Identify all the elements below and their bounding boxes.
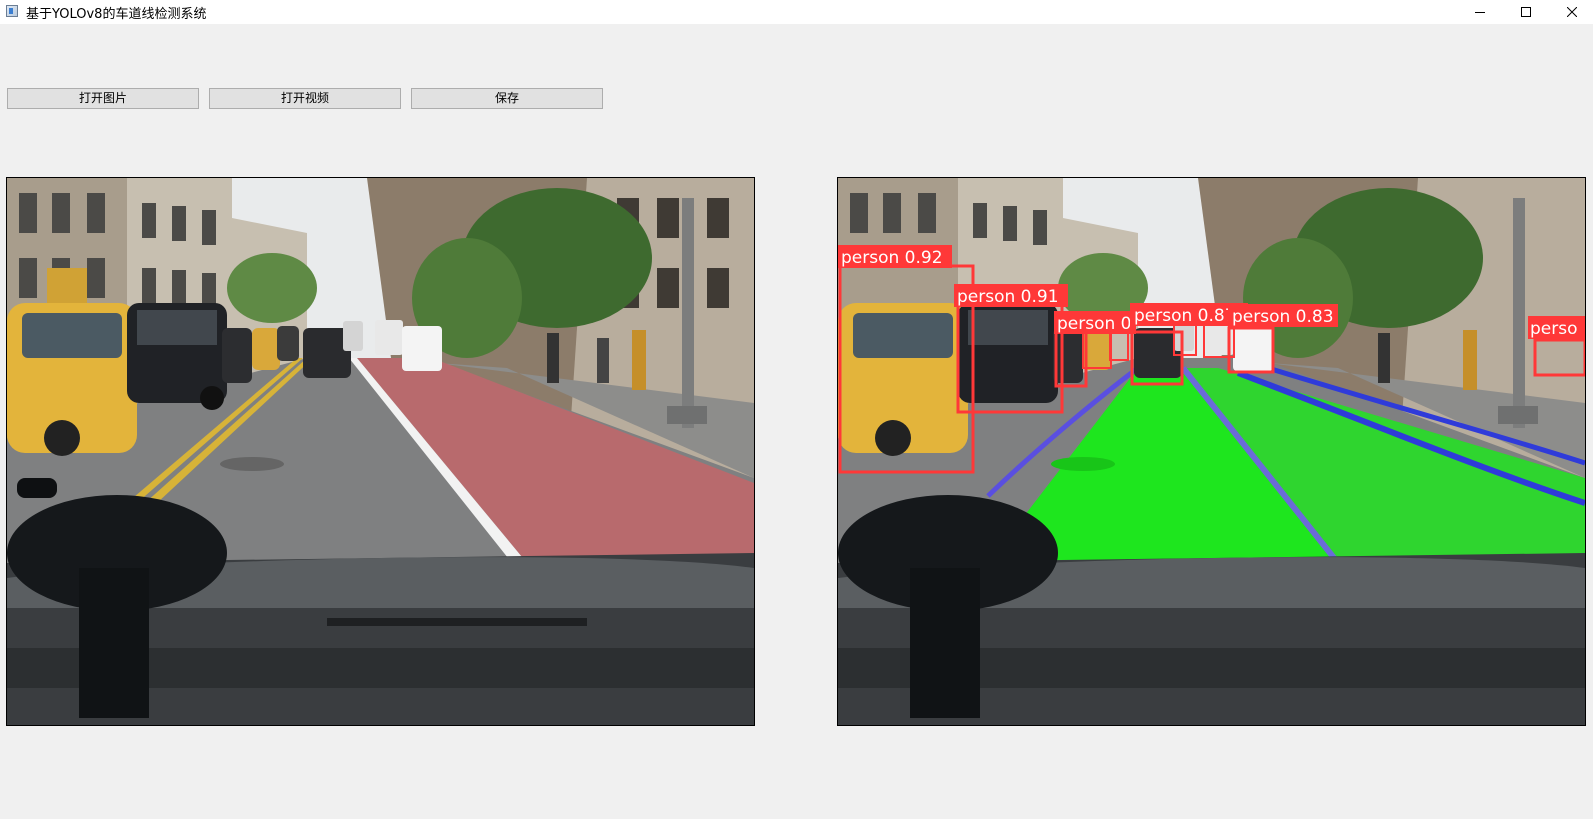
detection-label-2: person 0 — [1054, 311, 1136, 334]
detection-label-4: person 0.83 — [1228, 304, 1338, 327]
result-street-image: person 0.92 person 0.91 person 0 person … — [838, 178, 1585, 725]
open-image-button[interactable]: 打开图片 — [7, 88, 199, 109]
close-button[interactable] — [1549, 0, 1593, 24]
svg-text:person 0.83: person 0.83 — [1232, 307, 1334, 327]
close-icon — [1567, 7, 1577, 17]
app-window-icon — [6, 5, 18, 17]
save-button[interactable]: 保存 — [411, 88, 603, 109]
minimize-icon — [1475, 12, 1485, 13]
svg-text:person 0.92: person 0.92 — [841, 248, 943, 268]
original-street-image — [7, 178, 754, 725]
original-image-panel — [6, 177, 755, 726]
svg-text:perso: perso — [1530, 319, 1578, 339]
svg-text:person 0.87: person 0.87 — [1134, 306, 1236, 326]
svg-text:person 0: person 0 — [1057, 314, 1132, 334]
window-title: 基于YOLOv8的车道线检测系统 — [26, 7, 207, 22]
detection-label-5: perso — [1528, 316, 1585, 339]
maximize-button[interactable] — [1503, 0, 1549, 24]
title-bar: 基于YOLOv8的车道线检测系统 — [0, 0, 1593, 24]
open-video-button[interactable]: 打开视频 — [209, 88, 401, 109]
detection-label-1: person 0.91 — [954, 284, 1068, 307]
detection-label-0: person 0.92 — [838, 245, 952, 268]
result-image-panel: person 0.92 person 0.91 person 0 person … — [837, 177, 1586, 726]
app-window: 基于YOLOv8的车道线检测系统 打开图片 打开视频 保存 person 0.9… — [0, 0, 1593, 819]
svg-text:person 0.91: person 0.91 — [957, 287, 1059, 307]
maximize-icon — [1521, 7, 1531, 17]
minimize-button[interactable] — [1457, 0, 1503, 24]
